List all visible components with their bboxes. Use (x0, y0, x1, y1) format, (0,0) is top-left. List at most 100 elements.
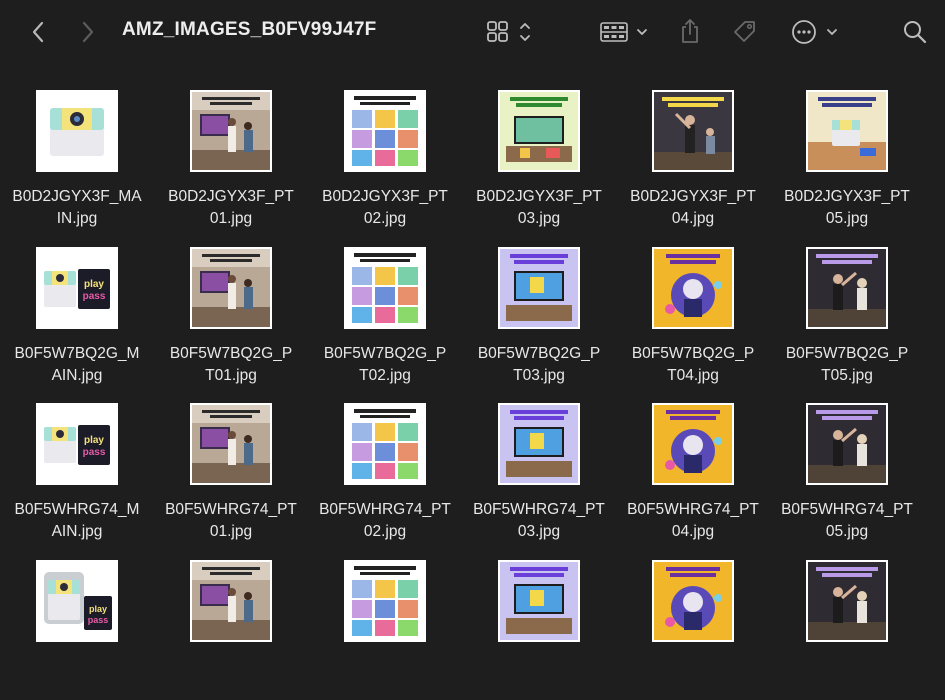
file-name-line2: 01.jpg (209, 210, 253, 227)
file-item[interactable]: B0F5WHRG74_PT 01.jpg (154, 393, 308, 543)
file-item[interactable]: play pass B0F5W7BQ2G_M AIN.jpg (0, 237, 154, 387)
file-name-line1: B0F5W7BQ2G_P (323, 345, 447, 362)
file-thumbnail[interactable] (498, 560, 580, 642)
file-name-line2: T03.jpg (513, 367, 565, 384)
file-name[interactable]: B0F5WHRG74_PT 05.jpg (770, 499, 924, 543)
file-name[interactable]: B0D2JGYX3F_PT 01.jpg (154, 186, 308, 230)
file-name-line2: 05.jpg (825, 210, 869, 227)
file-name[interactable]: B0D2JGYX3F_MA IN.jpg (0, 186, 154, 230)
file-item[interactable]: B0F5W7BQ2G_P T03.jpg (462, 237, 616, 387)
file-name[interactable]: B0D2JGYX3F_PT 05.jpg (770, 186, 924, 230)
file-thumbnail[interactable] (498, 90, 580, 172)
file-item[interactable] (308, 550, 462, 700)
file-name[interactable]: B0F5WHRG74_PT 03.jpg (462, 499, 616, 543)
file-item[interactable]: B0D2JGYX3F_PT 02.jpg (308, 80, 462, 230)
file-item[interactable]: B0F5WHRG74_PT 04.jpg (616, 393, 770, 543)
file-item[interactable]: play pass B0F5WHRG74_M AIN.jpg (0, 393, 154, 543)
file-name-line1: B0F5WHRG74_M (14, 501, 140, 518)
file-item[interactable]: B0D2JGYX3F_PT 03.jpg (462, 80, 616, 230)
finder-toolbar: AMZ_IMAGES_B0FV99J47F (0, 0, 945, 64)
file-thumbnail[interactable] (36, 90, 118, 172)
file-name[interactable]: B0F5WHRG74_M AIN.jpg (0, 499, 154, 543)
view-mode-button[interactable] (484, 18, 536, 46)
file-name[interactable]: B0F5W7BQ2G_P T04.jpg (616, 343, 770, 387)
file-thumbnail[interactable] (498, 403, 580, 485)
file-name[interactable]: B0F5W7BQ2G_P T01.jpg (154, 343, 308, 387)
search-icon[interactable] (900, 17, 930, 47)
file-item[interactable] (770, 550, 924, 700)
file-name[interactable]: B0F5WHRG74_PT 01.jpg (154, 499, 308, 543)
file-name[interactable]: B0F5W7BQ2G_P T03.jpg (462, 343, 616, 387)
file-name-line2: 04.jpg (671, 523, 715, 540)
file-item[interactable]: B0F5WHRG74_PT 02.jpg (308, 393, 462, 543)
file-thumbnail[interactable]: play pass (36, 403, 118, 485)
file-name-line2: 03.jpg (517, 523, 561, 540)
file-name-line2: 02.jpg (363, 210, 407, 227)
file-thumbnail[interactable] (806, 403, 888, 485)
tag-icon[interactable] (730, 18, 760, 46)
svg-text:pass: pass (88, 615, 109, 625)
file-thumbnail[interactable] (652, 247, 734, 329)
file-item[interactable] (616, 550, 770, 700)
file-name-line2: 01.jpg (209, 523, 253, 540)
svg-text:play: play (84, 279, 104, 290)
more-actions-button[interactable] (790, 18, 844, 46)
file-thumbnail[interactable] (190, 560, 272, 642)
file-thumbnail[interactable] (190, 247, 272, 329)
share-icon[interactable] (676, 16, 704, 46)
file-name[interactable]: B0F5WHRG74_PT 02.jpg (308, 499, 462, 543)
file-item[interactable]: B0F5W7BQ2G_P T01.jpg (154, 237, 308, 387)
icon-grid-view-icon (487, 21, 530, 42)
file-thumbnail[interactable] (652, 90, 734, 172)
file-thumbnail[interactable] (190, 90, 272, 172)
file-name-line1: B0F5W7BQ2G_P (785, 345, 909, 362)
file-item[interactable]: B0D2JGYX3F_PT 05.jpg (770, 80, 924, 230)
file-thumbnail[interactable]: play pass (36, 560, 118, 642)
file-item[interactable]: play pass (0, 550, 154, 700)
file-item[interactable]: B0F5WHRG74_PT 03.jpg (462, 393, 616, 543)
file-name[interactable]: B0D2JGYX3F_PT 02.jpg (308, 186, 462, 230)
file-thumbnail[interactable] (806, 247, 888, 329)
file-name-line2: 05.jpg (825, 523, 869, 540)
file-thumbnail[interactable] (806, 90, 888, 172)
file-name[interactable]: B0F5W7BQ2G_M AIN.jpg (0, 343, 154, 387)
file-thumbnail[interactable] (344, 403, 426, 485)
file-thumbnail[interactable]: play pass (36, 247, 118, 329)
file-name[interactable]: B0D2JGYX3F_PT 03.jpg (462, 186, 616, 230)
file-name[interactable]: B0D2JGYX3F_PT 04.jpg (616, 186, 770, 230)
chevron-left-icon[interactable] (26, 20, 50, 44)
file-item[interactable]: B0D2JGYX3F_PT 01.jpg (154, 80, 308, 230)
file-item[interactable]: B0F5W7BQ2G_P T02.jpg (308, 237, 462, 387)
file-thumbnail[interactable] (344, 90, 426, 172)
file-item[interactable]: B0F5WHRG74_PT 05.jpg (770, 393, 924, 543)
group-by-button[interactable] (598, 18, 654, 46)
file-thumbnail[interactable] (344, 560, 426, 642)
file-thumbnail[interactable] (498, 247, 580, 329)
file-name-line1: B0F5W7BQ2G_P (477, 345, 601, 362)
file-item[interactable]: B0F5W7BQ2G_P T04.jpg (616, 237, 770, 387)
file-name-line2: T04.jpg (667, 367, 719, 384)
file-thumbnail[interactable] (652, 560, 734, 642)
file-item[interactable]: B0D2JGYX3F_PT 04.jpg (616, 80, 770, 230)
file-name-line2: AIN.jpg (51, 367, 103, 384)
file-name-line1: B0D2JGYX3F_PT (322, 188, 448, 205)
window-title: AMZ_IMAGES_B0FV99J47F (122, 19, 377, 40)
file-name-line1: B0D2JGYX3F_PT (630, 188, 756, 205)
file-item[interactable]: B0F5W7BQ2G_P T05.jpg (770, 237, 924, 387)
file-item[interactable] (154, 550, 308, 700)
file-thumbnail[interactable] (652, 403, 734, 485)
file-name-line2: 03.jpg (517, 210, 561, 227)
file-name-line1: B0F5WHRG74_PT (319, 501, 451, 518)
chevron-right-icon[interactable] (76, 20, 100, 44)
file-name[interactable]: B0F5W7BQ2G_P T02.jpg (308, 343, 462, 387)
file-thumbnail[interactable] (190, 403, 272, 485)
file-name[interactable]: B0F5WHRG74_PT 04.jpg (616, 499, 770, 543)
file-name[interactable]: B0F5W7BQ2G_P T05.jpg (770, 343, 924, 387)
file-thumbnail[interactable] (344, 247, 426, 329)
file-thumbnail[interactable] (806, 560, 888, 642)
file-item[interactable]: B0D2JGYX3F_MA IN.jpg (0, 80, 154, 230)
svg-text:pass: pass (83, 291, 106, 302)
file-item[interactable] (462, 550, 616, 700)
svg-text:play: play (84, 435, 104, 446)
group-by-icon (600, 22, 647, 42)
